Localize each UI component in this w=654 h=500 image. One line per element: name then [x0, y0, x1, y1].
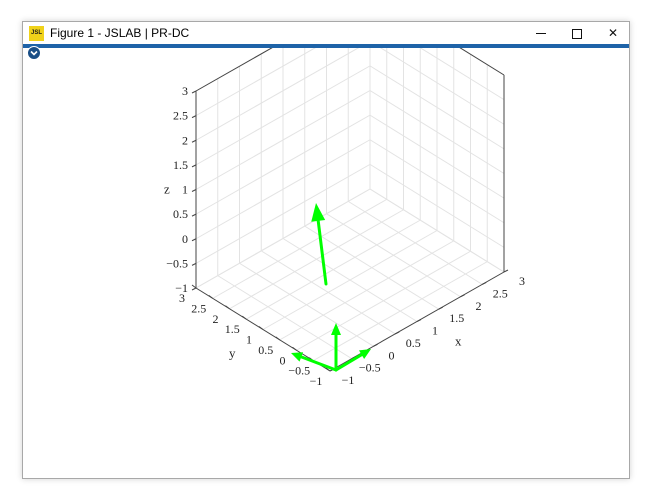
z-tick [191, 139, 197, 143]
grid-line [229, 209, 404, 310]
close-icon: ✕ [607, 26, 619, 40]
grid-line [347, 200, 483, 285]
z-tick [191, 164, 197, 168]
y-tick-label: 0 [280, 353, 286, 367]
x-tick-label: 1 [432, 324, 438, 338]
y-tick [191, 284, 197, 289]
y-tick-label: 1.5 [225, 322, 240, 336]
x-tick-label: −1 [342, 373, 355, 387]
z-tick-label: 0.5 [173, 207, 188, 221]
y-tick [208, 294, 214, 299]
minimize-button[interactable] [523, 22, 559, 44]
x-axis-label: x [455, 334, 462, 349]
3d-plot[interactable]: −1 −1−1−0.5 −0.5−0.50 000.5 0.50.51111.51.51… [23, 0, 629, 478]
minimize-icon [536, 33, 546, 35]
x-tick-label: 2.5 [493, 286, 508, 300]
y-tick-label: 2.5 [191, 301, 206, 315]
jslab-app-icon: JSL [29, 26, 44, 41]
y-tick [241, 315, 247, 320]
title-bar[interactable]: JSL Figure 1 - JSLAB | PR-DC ✕ [23, 22, 629, 44]
window-title: Figure 1 - JSLAB | PR-DC [50, 26, 190, 40]
close-button[interactable]: ✕ [595, 22, 631, 44]
z-tick [191, 287, 197, 291]
z-tick-label: 1 [182, 183, 188, 197]
figure-window: JSL Figure 1 - JSLAB | PR-DC ✕ −1 −1 −1 −0.… [22, 0, 630, 479]
z-tick [191, 189, 197, 192]
x-tick-label: 0.5 [406, 336, 421, 350]
y-tick [275, 336, 281, 341]
y-tick-label: 1 [246, 333, 252, 347]
z-tick [191, 90, 197, 94]
y-axis-label: y [229, 346, 236, 361]
y-tick-label: 2 [213, 312, 219, 326]
z-tick-label: 3 [182, 84, 188, 98]
grid-line [246, 219, 421, 320]
x-tick-label: −0.5 [359, 361, 381, 375]
z-tick-label: −0.5 [166, 256, 188, 270]
z-tick-label: 2.5 [173, 109, 188, 123]
maximize-button[interactable] [559, 22, 595, 44]
x-tick-label: 0 [389, 348, 395, 362]
plot-area[interactable]: −1 −1 −1 −0.5 −0.5 −0.5 0 0 0 0.5 0.5 0.5 1 1 1 1.5 1.5 1… [23, 0, 629, 478]
x-tick-label: 2 [476, 299, 482, 313]
grid-line [262, 230, 438, 330]
y-tick-label: −0.5 [288, 364, 310, 378]
y-tick [258, 326, 264, 330]
x-tick-label: 3 [519, 274, 525, 288]
x-tick [503, 269, 509, 273]
z-tick [191, 115, 197, 119]
x-tick-label: 1.5 [449, 311, 464, 325]
y-tick [225, 305, 230, 310]
maximize-icon [572, 28, 582, 39]
z-tick [191, 238, 197, 242]
y-tick-label: 3 [179, 291, 185, 305]
z-tick-label: 1.5 [173, 158, 188, 172]
z-tick [191, 262, 197, 266]
z-tick-label: 2 [182, 133, 188, 147]
y-tick-label: 0.5 [258, 343, 273, 357]
y-tick [292, 346, 297, 351]
y-tick-label: −1 [310, 374, 323, 388]
z-axis-label: z [164, 182, 170, 197]
grid-line [326, 213, 461, 298]
z-tick-label: 0 [182, 232, 188, 246]
z-tick [191, 213, 197, 217]
